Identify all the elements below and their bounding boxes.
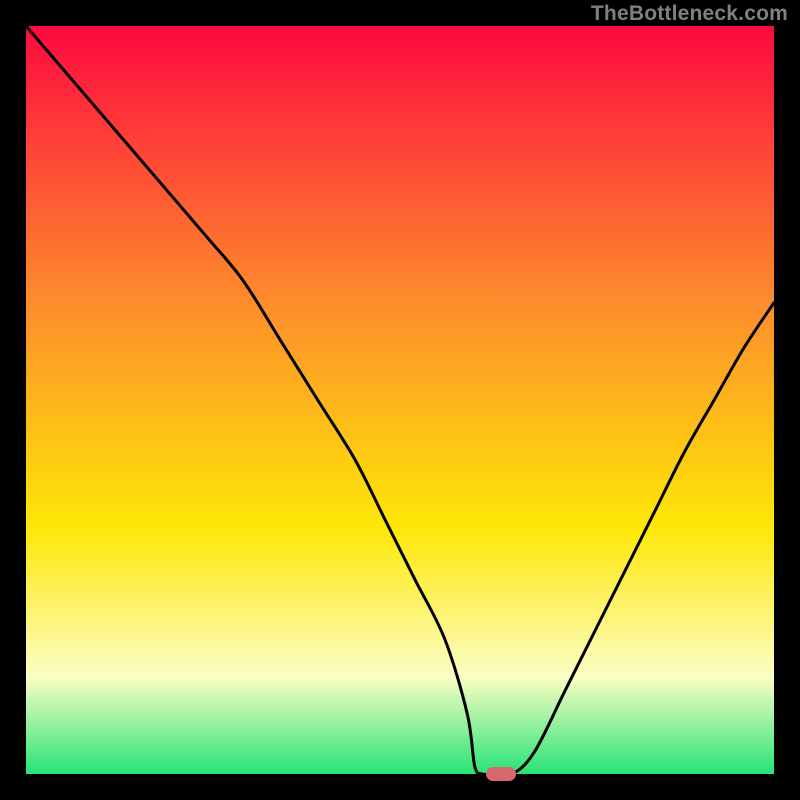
optimal-marker xyxy=(486,767,516,781)
chart-frame: TheBottleneck.com xyxy=(0,0,800,800)
gradient-rect xyxy=(26,26,774,774)
plot-background xyxy=(26,26,774,774)
watermark-text: TheBottleneck.com xyxy=(591,2,788,26)
